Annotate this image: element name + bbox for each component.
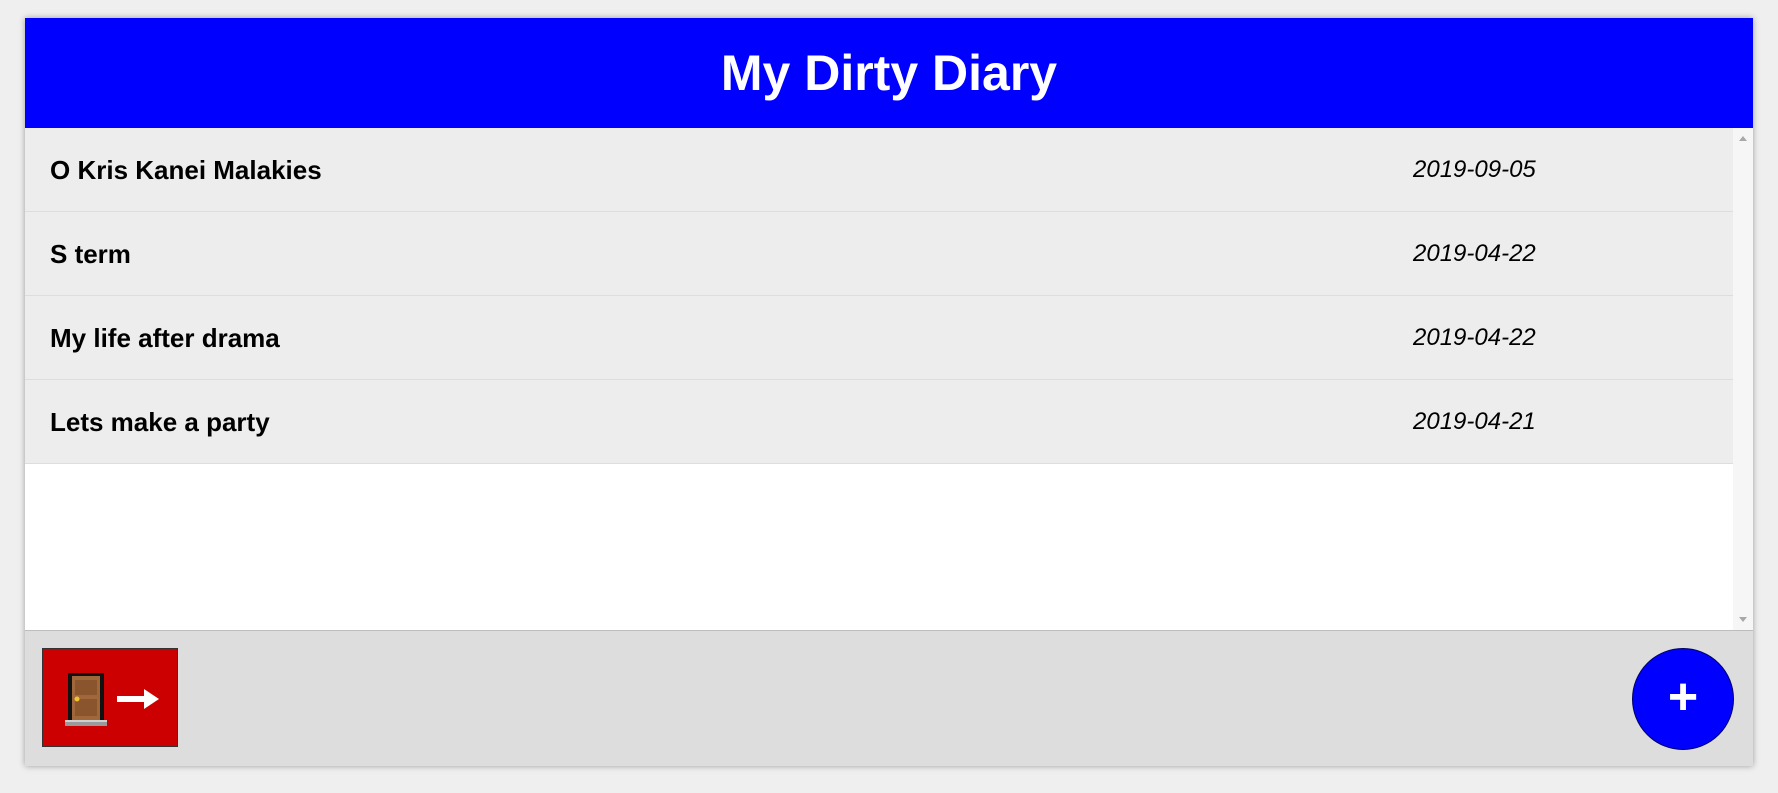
diary-app: My Dirty Diary O Kris Kanei Malakies 201… xyxy=(25,18,1753,766)
door-icon xyxy=(65,673,107,726)
list-item[interactable]: Lets make a party 2019-04-21 xyxy=(25,380,1733,464)
scroll-down-icon[interactable] xyxy=(1739,617,1747,622)
list-item[interactable]: My life after drama 2019-04-22 xyxy=(25,296,1733,380)
add-entry-button[interactable]: + xyxy=(1632,648,1734,750)
entry-date: 2019-04-22 xyxy=(1413,324,1536,351)
page-title: My Dirty Diary xyxy=(720,45,1058,101)
entry-title: Lets make a party xyxy=(50,407,270,437)
app-header: My Dirty Diary xyxy=(25,18,1753,128)
entry-date: 2019-04-21 xyxy=(1413,408,1536,435)
app-footer: + xyxy=(25,630,1753,766)
list-item[interactable]: O Kris Kanei Malakies 2019-09-05 xyxy=(25,128,1733,212)
arrow-right-icon xyxy=(117,689,159,709)
entry-title: O Kris Kanei Malakies xyxy=(50,155,322,185)
entry-date: 2019-04-22 xyxy=(1413,240,1536,267)
list-item[interactable]: S term 2019-04-22 xyxy=(25,212,1733,296)
vertical-scrollbar[interactable] xyxy=(1733,128,1753,630)
logout-button[interactable] xyxy=(42,648,178,747)
entry-list: O Kris Kanei Malakies 2019-09-05 S term … xyxy=(25,128,1733,464)
entry-title: S term xyxy=(50,239,131,269)
entry-list-area: O Kris Kanei Malakies 2019-09-05 S term … xyxy=(25,128,1753,630)
entry-date: 2019-09-05 xyxy=(1413,156,1536,183)
entry-title: My life after drama xyxy=(50,323,280,353)
scroll-up-icon[interactable] xyxy=(1739,136,1747,141)
